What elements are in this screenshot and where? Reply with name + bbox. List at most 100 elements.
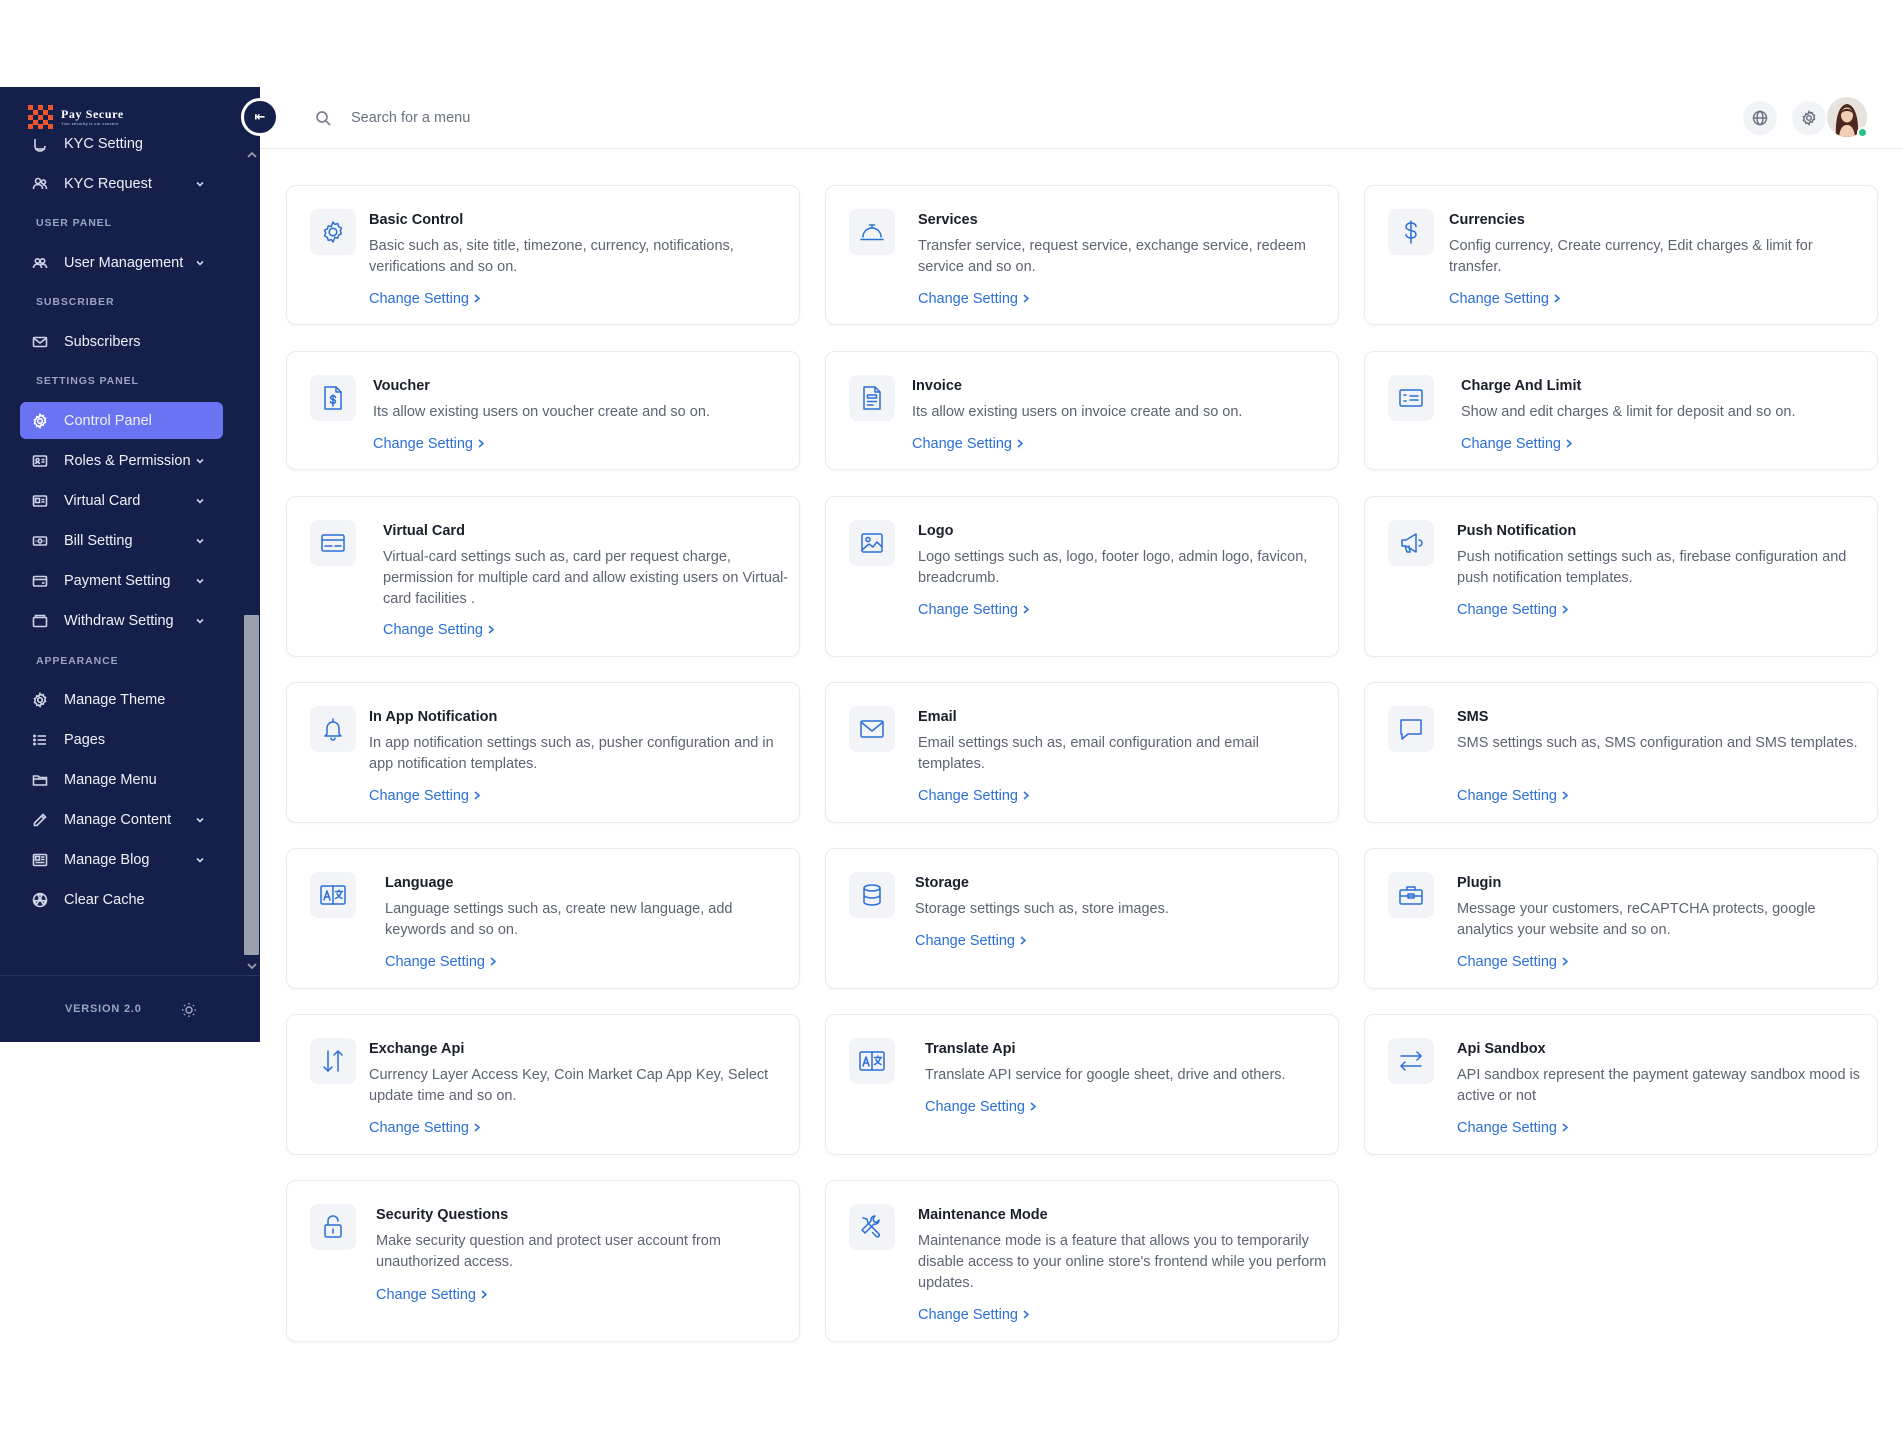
card-description: SMS settings such as, SMS configuration … — [1457, 735, 1858, 751]
change-setting-link[interactable]: Change Setting — [369, 291, 481, 307]
setting-card-currencies: Currencies Config currency, Create curren… — [1364, 185, 1878, 325]
card-description: Message your customers, reCAPTCHA protec… — [1457, 901, 1816, 938]
sidebar-item-subscribers[interactable]: Subscribers — [20, 323, 223, 360]
sidebar-item-user-management[interactable]: User Management — [20, 244, 223, 281]
sidebar-item-clear-cache[interactable]: Clear Cache — [20, 881, 223, 918]
change-setting-link[interactable]: Change Setting — [369, 1120, 481, 1136]
sidebar-collapse-button[interactable]: ⇤ — [241, 98, 279, 136]
chevron-down-icon[interactable] — [195, 534, 207, 546]
change-setting-link[interactable]: Change Setting — [383, 622, 495, 638]
sidebar-item-pages[interactable]: Pages — [20, 721, 223, 758]
chevron-right-icon — [1029, 1099, 1037, 1115]
card-description: Show and edit charges & limit for deposi… — [1461, 404, 1796, 420]
change-setting-link[interactable]: Change Setting — [915, 933, 1027, 949]
sidebar-item-withdraw-setting[interactable]: Withdraw Setting — [20, 602, 223, 639]
change-setting-link[interactable]: Change Setting — [1449, 291, 1561, 307]
mail-icon — [32, 334, 48, 350]
theme-toggle-sun-icon[interactable] — [181, 1002, 197, 1018]
sidebar-item-control-panel[interactable]: Control Panel — [20, 402, 223, 439]
arrows-leftright-icon — [1388, 1038, 1434, 1084]
sidebar-item-bill-setting[interactable]: Bill Setting — [20, 522, 223, 559]
change-setting-link[interactable]: Change Setting — [376, 1287, 488, 1303]
scroll-up-icon[interactable] — [246, 149, 258, 161]
brand-logo[interactable]: Pay Secure Your security is our concern — [28, 105, 124, 129]
sidebar-scroll-thumb[interactable] — [244, 615, 259, 955]
scroll-down-icon[interactable] — [246, 960, 258, 972]
sidebar-item-label: Withdraw Setting — [64, 612, 174, 629]
change-setting-link[interactable]: Change Setting — [369, 788, 481, 804]
chevron-right-icon — [473, 291, 481, 307]
arrows-updown-icon — [310, 1038, 356, 1084]
sidebar-item-kyc-request[interactable]: KYC Request — [20, 165, 223, 202]
search-input[interactable] — [351, 104, 751, 132]
change-setting-link[interactable]: Change Setting — [918, 602, 1030, 618]
setting-card-logo: Logo Logo settings such as, logo, footer … — [825, 496, 1339, 657]
change-setting-link[interactable]: Change Setting — [1457, 1120, 1569, 1136]
card-description: Language settings such as, create new la… — [385, 901, 733, 938]
card-title: Security Questions — [376, 1207, 509, 1223]
change-setting-link[interactable]: Change Setting — [1457, 788, 1569, 804]
sidebar-item-label: Manage Blog — [64, 851, 150, 868]
list-icon — [32, 732, 48, 748]
sidebar-item-roles-permission[interactable]: Roles & Permission — [20, 442, 223, 479]
card-description: Its allow existing users on invoice crea… — [912, 404, 1243, 420]
megaphone-icon — [1388, 520, 1434, 566]
card-title: Invoice — [912, 378, 962, 394]
chevron-down-icon[interactable] — [195, 614, 207, 626]
card-description: Email settings such as, email configurat… — [918, 735, 1259, 772]
sidebar-item-manage-menu[interactable]: Manage Menu — [20, 761, 223, 798]
change-setting-link[interactable]: Change Setting — [912, 436, 1024, 452]
sidebar-item-label: User Management — [64, 254, 184, 271]
chevron-down-icon[interactable] — [195, 494, 207, 506]
sidebar-item-virtual-card[interactable]: Virtual Card — [20, 482, 223, 519]
sidebar-item-label: Pages — [64, 731, 106, 748]
sidebar-item-manage-theme[interactable]: Manage Theme — [20, 681, 223, 718]
chevron-down-icon[interactable] — [195, 574, 207, 586]
setting-card-in-app-notification: In App Notification In app notification s… — [286, 682, 800, 823]
card-description: Basic such as, site title, timezone, cur… — [369, 238, 734, 275]
sidebar-item-label: Manage Content — [64, 811, 172, 828]
sidebar-item-manage-blog[interactable]: Manage Blog — [20, 841, 223, 878]
chevron-down-icon[interactable] — [195, 177, 207, 189]
change-setting-link[interactable]: Change Setting — [385, 954, 497, 970]
card-description: Translate API service for google sheet, … — [925, 1067, 1286, 1083]
sidebar-item-label: Clear Cache — [64, 891, 145, 908]
change-setting-label: Change Setting — [918, 788, 1018, 804]
change-setting-link[interactable]: Change Setting — [918, 291, 1030, 307]
sidebar-item-payment-setting[interactable]: Payment Setting — [20, 562, 223, 599]
chevron-down-icon[interactable] — [195, 256, 207, 268]
chevron-right-icon — [477, 436, 485, 452]
change-setting-link[interactable]: Change Setting — [918, 788, 1030, 804]
toolbox-icon — [1388, 872, 1434, 918]
chevron-down-icon[interactable] — [195, 813, 207, 825]
brand-name: Pay Secure — [61, 107, 124, 121]
setting-card-charge-and-limit: Charge And Limit Show and edit charges & … — [1364, 351, 1878, 470]
change-setting-link[interactable]: Change Setting — [373, 436, 485, 452]
change-setting-link[interactable]: Change Setting — [1457, 954, 1569, 970]
user-avatar[interactable] — [1827, 97, 1868, 138]
sidebar-item-label: KYC Setting — [64, 137, 143, 152]
chevron-right-icon — [1561, 954, 1569, 970]
dollar-icon — [1388, 209, 1434, 255]
change-setting-link[interactable]: Change Setting — [925, 1099, 1037, 1115]
settings-button[interactable] — [1792, 101, 1826, 135]
change-setting-label: Change Setting — [1457, 954, 1557, 970]
gear-icon — [32, 412, 48, 429]
translate-icon — [310, 872, 356, 918]
sidebar-item-manage-content[interactable]: Manage Content — [20, 801, 223, 838]
sidebar-section-label: APPEARANCE — [36, 655, 119, 667]
chevron-down-icon[interactable] — [195, 853, 207, 865]
change-setting-link[interactable]: Change Setting — [1457, 602, 1569, 618]
chevron-right-icon — [1561, 602, 1569, 618]
sidebar-item-label: Manage Menu — [64, 771, 157, 788]
change-setting-label: Change Setting — [915, 933, 1015, 949]
change-setting-link[interactable]: Change Setting — [1461, 436, 1573, 452]
card-title: Voucher — [373, 378, 430, 394]
chevron-down-icon[interactable] — [195, 454, 207, 466]
sidebar-item-kyc-setting[interactable]: KYC Setting — [20, 137, 223, 162]
card-title: Maintenance Mode — [918, 1207, 1048, 1223]
change-setting-link[interactable]: Change Setting — [918, 1307, 1030, 1323]
charge-icon — [1388, 375, 1434, 421]
sidebar-item-label: Bill Setting — [64, 532, 133, 549]
language-button[interactable] — [1743, 101, 1777, 135]
